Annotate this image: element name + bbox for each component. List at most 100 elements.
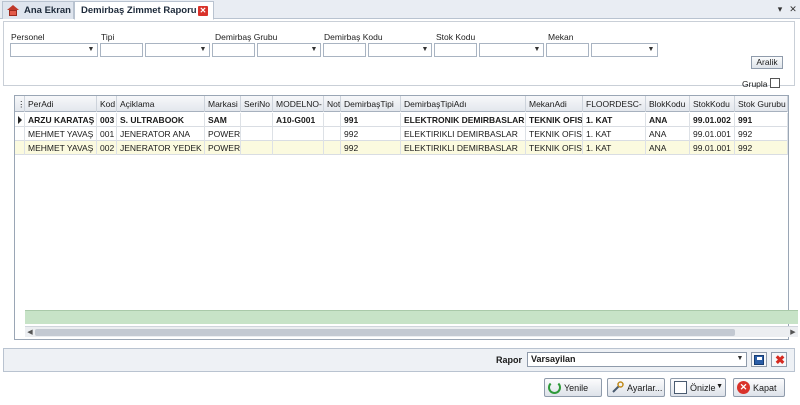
tipi-code-input[interactable] <box>100 43 143 57</box>
kapat-button[interactable]: ✕ Kapat <box>733 378 785 397</box>
chevron-down-icon[interactable]: ▼ <box>532 45 542 55</box>
column-header[interactable]: FLOORDESC- <box>583 96 646 112</box>
column-header[interactable]: PerAdi <box>25 96 97 112</box>
column-header[interactable]: DemirbaşTipi <box>341 96 401 112</box>
tab-ana-ekran[interactable]: Ana Ekran <box>2 1 74 19</box>
column-header[interactable]: Markasi <box>205 96 241 112</box>
tipi-select[interactable]: ▼ <box>145 43 210 57</box>
horizontal-scrollbar[interactable]: ◀ ▶ <box>25 326 798 337</box>
chevron-left-icon[interactable]: ◀ <box>25 327 35 338</box>
table-cell[interactable]: ELEKTIRIKLI DEMIRBASLAR <box>401 141 526 155</box>
table-cell[interactable] <box>324 113 341 127</box>
column-header[interactable]: BlokKodu <box>646 96 690 112</box>
table-cell[interactable]: ANA <box>646 141 690 155</box>
chevron-down-icon[interactable]: ▼ <box>198 45 208 55</box>
ayarlar-button[interactable]: Ayarlar... <box>607 378 665 397</box>
table-cell[interactable]: ELEKTRONIK DEMIRBASLAR <box>401 113 526 127</box>
table-row[interactable]: MEHMET YAVAŞ 001 JENERATOR ANA POWER 992… <box>15 127 788 141</box>
mekan-select[interactable]: ▼ <box>591 43 658 57</box>
table-cell[interactable]: TEKNIK OFIS <box>526 127 583 141</box>
grupla-checkbox[interactable] <box>770 78 780 88</box>
stok-code-input[interactable] <box>434 43 477 57</box>
table-row[interactable]: ARZU KARATAŞ 003 S. ULTRABOOK SAM A10-G0… <box>15 113 788 127</box>
table-cell[interactable]: 1. KAT <box>583 141 646 155</box>
column-header[interactable]: StokKodu <box>690 96 735 112</box>
table-cell[interactable] <box>324 141 341 155</box>
column-header[interactable]: DemirbaşTipiAdı <box>401 96 526 112</box>
table-cell[interactable]: ARZU KARATAŞ <box>25 113 97 127</box>
aralik-button[interactable]: Aralik <box>751 56 783 69</box>
column-header[interactable]: Kod <box>97 96 117 112</box>
table-cell[interactable]: 992 <box>735 141 788 155</box>
kodu-select[interactable]: ▼ <box>368 43 432 57</box>
delete-report-button[interactable]: ✖ <box>771 352 787 367</box>
chevron-down-icon[interactable]: ▼ <box>716 383 723 390</box>
table-cell[interactable]: 99.01.001 <box>690 127 735 141</box>
table-cell[interactable]: POWER <box>205 127 241 141</box>
table-cell[interactable]: ANA <box>646 127 690 141</box>
table-cell[interactable]: MEHMET YAVAŞ <box>25 141 97 155</box>
chevron-right-icon[interactable]: ▶ <box>788 327 798 338</box>
onizle-button[interactable]: Önizle ▼ <box>670 378 726 397</box>
table-cell[interactable]: 001 <box>97 127 117 141</box>
rapor-select[interactable]: Varsayilan ▼ <box>527 352 747 367</box>
table-cell[interactable]: POWER <box>205 141 241 155</box>
chevron-down-icon[interactable]: ▼ <box>86 45 96 55</box>
rapor-value: Varsayilan <box>531 354 576 364</box>
grubu-code-input[interactable] <box>212 43 255 57</box>
tab-demirbas-zimmet-raporu[interactable]: Demirbaş Zimmet Raporu ✕ <box>74 1 214 20</box>
table-cell[interactable]: 1. KAT <box>583 127 646 141</box>
column-chooser-icon[interactable]: ⋮ <box>15 96 25 112</box>
table-cell[interactable]: S. ULTRABOOK <box>117 113 205 127</box>
kodu-code-input[interactable] <box>323 43 366 57</box>
chevron-down-icon[interactable]: ▼ <box>646 45 656 55</box>
table-cell[interactable]: 992 <box>341 127 401 141</box>
table-cell[interactable]: 991 <box>735 113 788 127</box>
table-cell[interactable] <box>241 127 273 141</box>
column-header[interactable]: SeriNo <box>241 96 273 112</box>
table-cell[interactable]: 99.01.001 <box>690 141 735 155</box>
mekan-code-input[interactable] <box>546 43 589 57</box>
table-cell[interactable]: 002 <box>97 141 117 155</box>
table-cell[interactable]: ANA <box>646 113 690 127</box>
yenile-button[interactable]: Yenile <box>544 378 602 397</box>
column-header[interactable]: MODELNO- <box>273 96 324 112</box>
close-icon[interactable]: ✕ <box>198 6 208 16</box>
table-cell[interactable]: 1. KAT <box>583 113 646 127</box>
table-cell[interactable]: TEKNIK OFIS <box>526 141 583 155</box>
column-header[interactable]: Stok Gurubu <box>735 96 788 112</box>
table-cell[interactable]: TEKNIK OFIS <box>526 113 583 127</box>
column-header[interactable]: MekanAdi <box>526 96 583 112</box>
table-cell[interactable]: 991 <box>341 113 401 127</box>
table-cell[interactable]: 99.01.002 <box>690 113 735 127</box>
save-report-button[interactable] <box>751 352 767 367</box>
table-cell[interactable]: ELEKTIRIKLI DEMIRBASLAR <box>401 127 526 141</box>
table-cell[interactable] <box>273 141 324 155</box>
table-cell[interactable] <box>241 113 273 127</box>
scrollbar-thumb[interactable] <box>35 329 735 336</box>
table-cell[interactable]: 003 <box>97 113 117 127</box>
table-cell[interactable]: A10-G001 <box>273 113 324 127</box>
table-cell[interactable] <box>273 127 324 141</box>
column-header[interactable]: Açiklama <box>117 96 205 112</box>
chevron-down-icon[interactable]: ▾ <box>774 2 786 16</box>
grubu-select[interactable]: ▼ <box>257 43 321 57</box>
table-cell[interactable]: JENERATOR ANA <box>117 127 205 141</box>
table-cell[interactable]: SAM <box>205 113 241 127</box>
column-header[interactable]: Not <box>324 96 341 112</box>
grupla-label: Grupla <box>742 79 768 89</box>
chevron-down-icon[interactable]: ▼ <box>309 45 319 55</box>
table-cell[interactable] <box>324 127 341 141</box>
chevron-down-icon[interactable]: ▼ <box>420 45 430 55</box>
personel-select[interactable]: ▼ <box>10 43 98 57</box>
chevron-down-icon[interactable]: ▼ <box>735 354 745 364</box>
table-cell[interactable]: 992 <box>341 141 401 155</box>
close-icon[interactable]: ✕ <box>787 2 799 16</box>
table-cell[interactable]: 992 <box>735 127 788 141</box>
table-cell[interactable]: MEHMET YAVAŞ <box>25 127 97 141</box>
table-row[interactable]: MEHMET YAVAŞ 002 JENERATOR YEDEK POWER 9… <box>15 141 788 155</box>
wrench-icon <box>611 381 624 394</box>
table-cell[interactable] <box>241 141 273 155</box>
table-cell[interactable]: JENERATOR YEDEK <box>117 141 205 155</box>
stok-select[interactable]: ▼ <box>479 43 544 57</box>
